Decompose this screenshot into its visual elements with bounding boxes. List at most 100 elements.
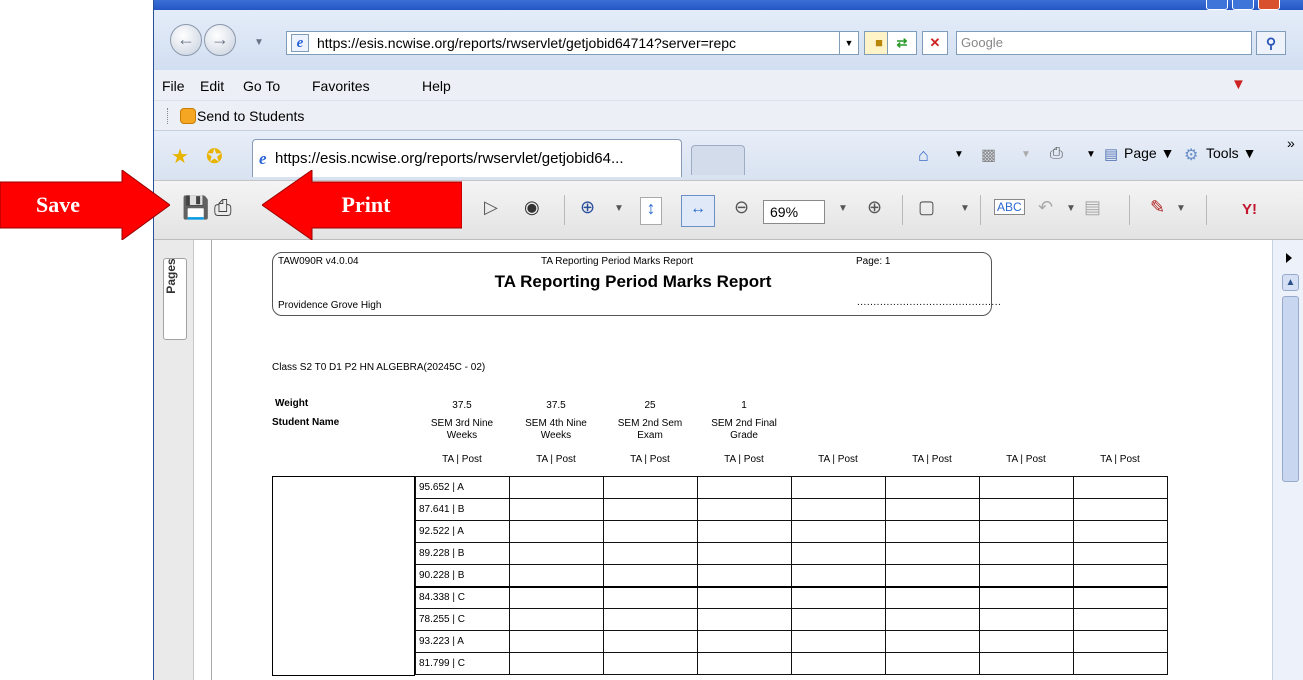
empty-cell bbox=[603, 608, 698, 631]
page-tools-dropdown-icon[interactable]: ▼ bbox=[960, 203, 970, 214]
stop-x-icon: ✕ bbox=[929, 35, 941, 50]
table-row: 92.522 | A bbox=[415, 520, 1168, 543]
next-page-arrow-icon[interactable] bbox=[1286, 253, 1292, 263]
column-name: SEM 2nd Sem Exam bbox=[617, 418, 683, 441]
pen-dropdown-icon[interactable]: ▼ bbox=[1176, 203, 1186, 214]
zoom-in-icon[interactable]: ⊕ bbox=[867, 197, 882, 218]
page-menu-label: Page bbox=[1124, 145, 1157, 161]
maximize-button[interactable] bbox=[1232, 0, 1254, 10]
page-menu[interactable]: Page ▼ bbox=[1124, 145, 1174, 161]
yahoo-toolbar-icon[interactable]: Y! bbox=[1242, 201, 1257, 218]
empty-cell bbox=[979, 498, 1074, 521]
home-dropdown-icon[interactable]: ▼ bbox=[954, 149, 964, 160]
report-small-title: TA Reporting Period Marks Report bbox=[541, 256, 694, 267]
empty-cell bbox=[791, 652, 886, 675]
feeds-icon[interactable]: ▩ bbox=[981, 145, 996, 165]
scroll-up-button[interactable]: ▲ bbox=[1282, 274, 1299, 291]
table-row: 81.799 | C bbox=[415, 652, 1168, 675]
fit-page-icon[interactable]: ↕ bbox=[640, 197, 662, 225]
menu-help[interactable]: Help bbox=[422, 78, 451, 94]
home-icon[interactable]: ⌂ bbox=[918, 145, 929, 166]
refresh-button[interactable]: ⇄ bbox=[887, 31, 917, 55]
chevron-more-icon[interactable]: » bbox=[1287, 135, 1295, 151]
column-subheader: TA | Post bbox=[1100, 454, 1140, 465]
column-name: SEM 2nd Final Grade bbox=[711, 418, 777, 441]
stop-button[interactable]: ✕ bbox=[922, 31, 948, 55]
column-subheader: TA | Post bbox=[442, 454, 482, 465]
zoom-in-tool-icon[interactable]: ⊕ bbox=[580, 197, 595, 218]
history-dropdown-icon[interactable]: ▼ bbox=[254, 37, 264, 48]
url-dropdown-button[interactable]: ▼ bbox=[839, 31, 859, 55]
menu-edit[interactable]: Edit bbox=[200, 78, 224, 94]
empty-cell bbox=[885, 498, 980, 521]
back-button[interactable]: ← bbox=[170, 24, 202, 56]
zoom-out-icon[interactable]: ⊖ bbox=[734, 197, 749, 218]
empty-cell bbox=[979, 520, 1074, 543]
marks-table: 95.652 | A 87.641 | B 92.522 | A 89.228 | B… bbox=[415, 476, 1168, 675]
report-page-number: Page: 1 bbox=[856, 256, 891, 267]
page-icon: ▤ bbox=[1104, 146, 1119, 163]
menu-favorites[interactable]: Favorites bbox=[312, 78, 370, 94]
browser-window: ← → ▼ e https://esis.ncwise.org/reports/… bbox=[153, 0, 1303, 680]
empty-cell bbox=[603, 652, 698, 675]
empty-cell bbox=[1073, 564, 1168, 587]
print-dropdown-icon[interactable]: ▼ bbox=[1086, 149, 1096, 160]
zoom-level-dropdown-icon[interactable]: ▼ bbox=[838, 203, 848, 214]
tools-menu[interactable]: Tools ▼ bbox=[1206, 145, 1256, 161]
pages-tab[interactable]: Pages bbox=[163, 258, 187, 340]
back-arrow-icon: ← bbox=[177, 29, 195, 49]
pen-annotate-icon[interactable]: ✎ bbox=[1150, 197, 1165, 218]
close-window-button[interactable] bbox=[1258, 0, 1280, 10]
column-weight: 37.5 bbox=[546, 400, 566, 411]
fit-width-button[interactable]: ↔ bbox=[681, 195, 715, 227]
address-bar-row: ← → ▼ e https://esis.ncwise.org/reports/… bbox=[154, 10, 1303, 70]
empty-cell bbox=[1073, 608, 1168, 631]
empty-cell bbox=[603, 630, 698, 653]
select-tool-icon[interactable]: ▷ bbox=[484, 197, 498, 218]
empty-cell bbox=[509, 608, 604, 631]
empty-cell bbox=[979, 608, 1074, 631]
column-subheader: TA | Post bbox=[630, 454, 670, 465]
page-tools-icon[interactable]: ▢ bbox=[918, 197, 935, 218]
scrollbar-thumb[interactable] bbox=[1282, 296, 1299, 482]
pdf-tools-icon[interactable]: ▼ bbox=[1231, 76, 1253, 94]
undo-icon[interactable]: ↶ bbox=[1038, 197, 1053, 218]
menu-file[interactable]: File bbox=[162, 78, 185, 94]
table-row: 93.223 | A bbox=[415, 630, 1168, 653]
new-tab-button[interactable] bbox=[691, 145, 745, 175]
copy-icon[interactable]: ▤ bbox=[1084, 197, 1101, 218]
favorites-star-icon[interactable]: ★ bbox=[171, 144, 189, 169]
empty-cell bbox=[697, 498, 792, 521]
add-favorites-icon[interactable]: ✪ bbox=[206, 144, 223, 169]
empty-cell bbox=[979, 586, 1074, 609]
undo-dropdown-icon[interactable]: ▼ bbox=[1066, 203, 1076, 214]
zoom-tool-dropdown-icon[interactable]: ▼ bbox=[614, 203, 624, 214]
url-field[interactable]: e https://esis.ncwise.org/reports/rwserv… bbox=[286, 31, 858, 55]
save-icon[interactable]: 💾 bbox=[182, 195, 209, 221]
minimize-button[interactable] bbox=[1206, 0, 1228, 10]
spell-check-icon[interactable]: ABC bbox=[994, 199, 1025, 215]
print-icon[interactable]: ⎙ bbox=[1050, 145, 1063, 163]
mark-cell: 81.799 | C bbox=[415, 652, 510, 675]
column-weight: 37.5 bbox=[452, 400, 472, 411]
pages-tab-label: Pages bbox=[164, 258, 178, 294]
mark-cell: 95.652 | A bbox=[415, 476, 510, 499]
empty-cell bbox=[791, 630, 886, 653]
send-to-students-link[interactable]: Send to Students bbox=[197, 108, 304, 124]
snapshot-icon[interactable]: ◉ bbox=[524, 197, 540, 218]
report-dotted-line: ........................................… bbox=[857, 297, 1002, 308]
search-button[interactable]: ⚲ bbox=[1256, 31, 1286, 55]
forward-button[interactable]: → bbox=[204, 24, 236, 56]
mark-cell: 78.255 | C bbox=[415, 608, 510, 631]
search-field[interactable]: Google bbox=[956, 31, 1252, 55]
empty-cell bbox=[791, 542, 886, 565]
forward-arrow-icon: → bbox=[211, 29, 229, 49]
print-pdf-icon[interactable]: ⎙ bbox=[214, 195, 232, 221]
feeds-dropdown-icon[interactable]: ▼ bbox=[1021, 149, 1031, 160]
menu-go-to[interactable]: Go To bbox=[243, 78, 280, 94]
empty-cell bbox=[791, 608, 886, 631]
empty-cell bbox=[509, 586, 604, 609]
ie-tab-icon: e bbox=[259, 149, 267, 168]
zoom-level-field[interactable]: 69% bbox=[763, 200, 825, 224]
